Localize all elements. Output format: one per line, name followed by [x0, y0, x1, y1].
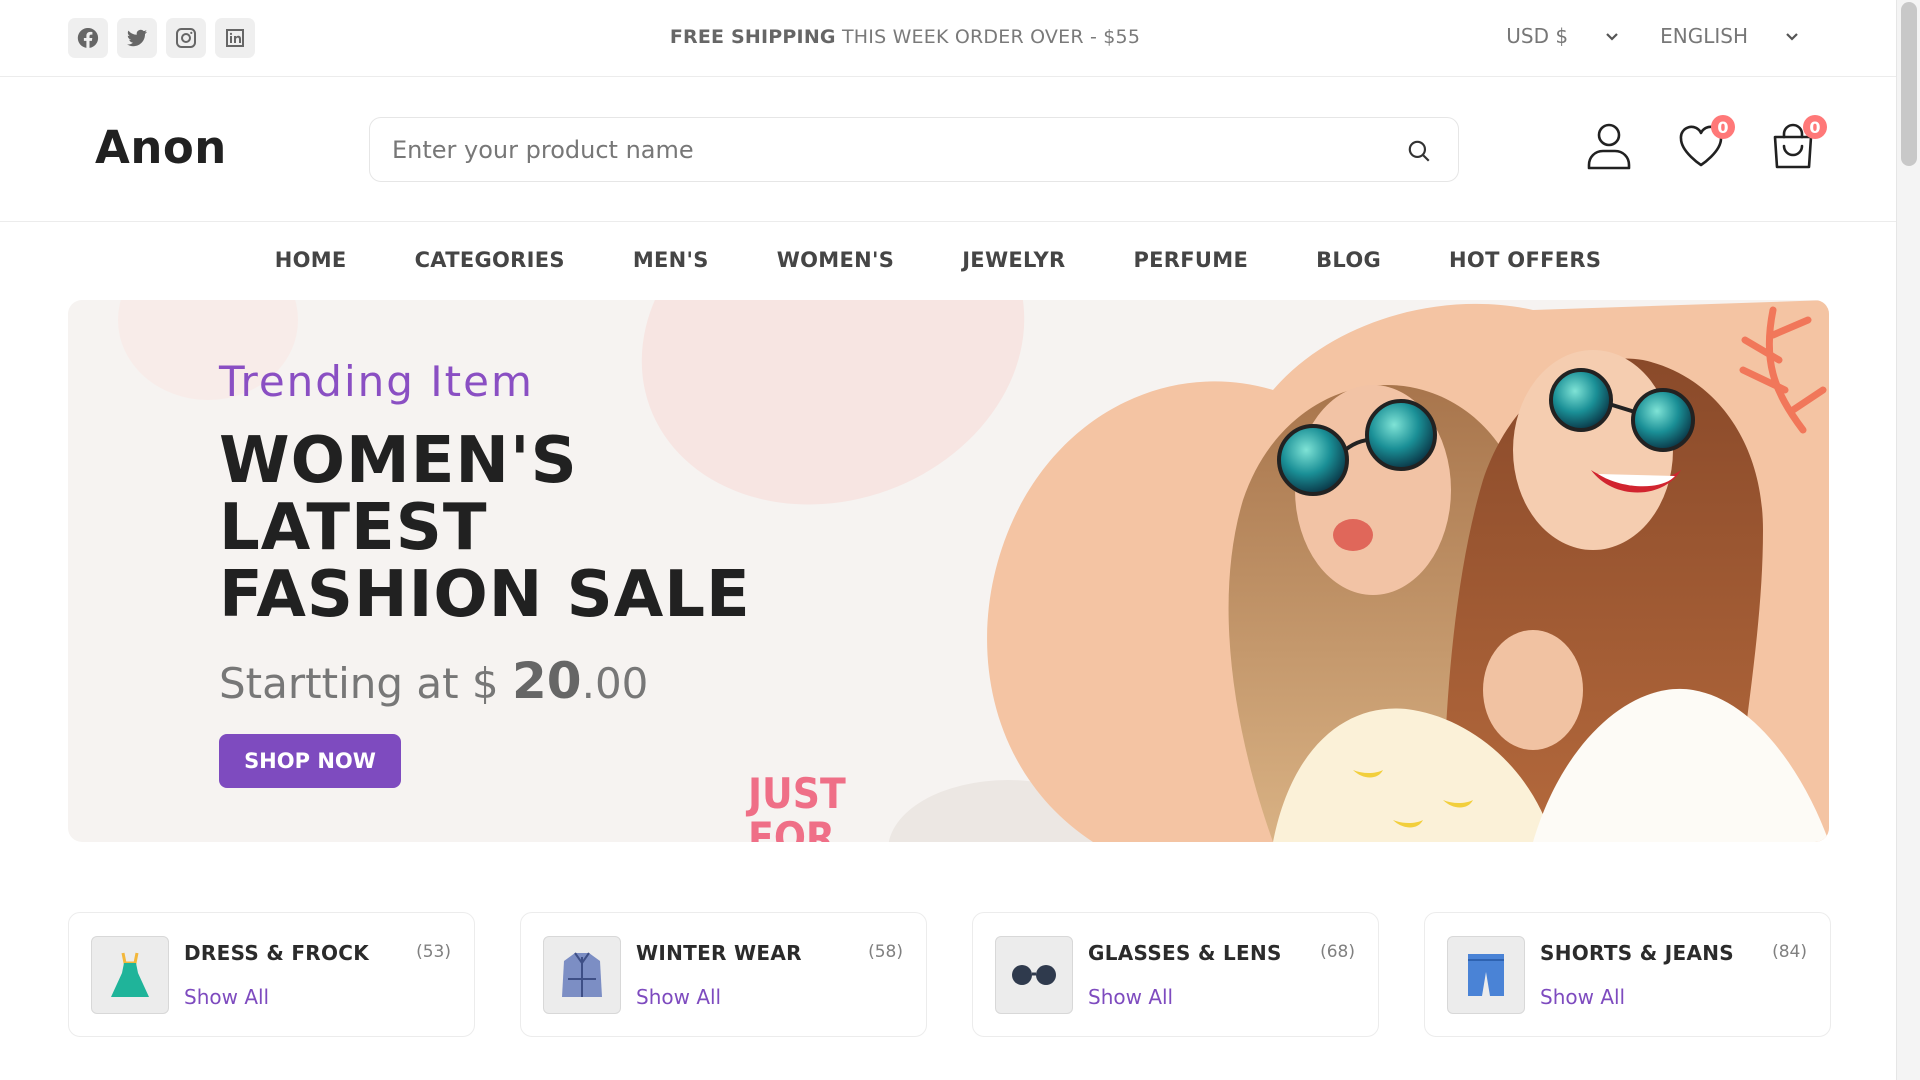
site-logo[interactable]: Anon — [95, 121, 227, 174]
page-scrollbar[interactable] — [1896, 0, 1920, 1080]
hero-headline-line: FASHION SALE — [219, 558, 751, 632]
main-nav: HOME CATEGORIES MEN'S WOMEN'S JEWELYR PE… — [0, 222, 1896, 298]
currency-value: USD $ — [1506, 24, 1569, 48]
category-card: SHORTS & JEANS (84) Show All — [1424, 912, 1831, 1037]
cart-count-badge: 0 — [1803, 115, 1827, 139]
category-image — [995, 936, 1073, 1014]
currency-select[interactable]: USD $ — [1506, 24, 1620, 48]
chevron-down-icon — [1606, 33, 1618, 41]
nav-jewelry[interactable]: JEWELYR — [962, 248, 1065, 298]
decor-text: JUST FOR — [748, 769, 846, 843]
category-image — [543, 936, 621, 1014]
nav-mens[interactable]: MEN'S — [633, 248, 709, 298]
locale-selects: USD $ ENGLISH — [1506, 24, 1800, 48]
glasses-icon — [1012, 965, 1056, 985]
category-card: DRESS & FROCK (53) Show All — [68, 912, 475, 1037]
category-image — [1447, 936, 1525, 1014]
account-button[interactable] — [1585, 121, 1633, 171]
cart-button[interactable]: 0 — [1769, 115, 1827, 171]
shorts-icon — [1468, 954, 1504, 996]
wishlist-button[interactable]: 0 — [1677, 115, 1735, 171]
category-count: (84) — [1772, 942, 1807, 962]
nav-categories[interactable]: CATEGORIES — [415, 248, 565, 298]
category-card: WINTER WEAR (58) Show All — [520, 912, 927, 1037]
category-count: (53) — [416, 942, 451, 962]
shop-now-button[interactable]: SHOP NOW — [219, 734, 401, 788]
nav-hot-offers[interactable]: HOT OFFERS — [1449, 248, 1601, 298]
decor-text-line: JUST — [748, 769, 846, 818]
nav-blog[interactable]: BLOG — [1316, 248, 1381, 298]
language-select[interactable]: ENGLISH — [1660, 24, 1800, 48]
chevron-down-icon — [1786, 33, 1798, 41]
category-list: DRESS & FROCK (53) Show All WINTER WEAR … — [68, 912, 1831, 1037]
language-value: ENGLISH — [1660, 24, 1748, 48]
show-all-link[interactable]: Show All — [1088, 985, 1173, 1009]
user-icon — [1587, 123, 1631, 170]
top-bar: FREE SHIPPING THIS WEEK ORDER OVER - $55… — [0, 0, 1896, 77]
announce-bold: FREE SHIPPING — [669, 26, 836, 48]
hero-kicker: Trending Item — [219, 357, 534, 406]
nav-perfume[interactable]: PERFUME — [1133, 248, 1248, 298]
hero-headline-line: WOMEN'S — [219, 424, 578, 498]
price-cents: .00 — [581, 659, 649, 708]
wishlist-count-badge: 0 — [1711, 115, 1735, 139]
nav-womens[interactable]: WOMEN'S — [777, 248, 895, 298]
search-icon[interactable] — [1406, 138, 1432, 164]
category-count: (58) — [868, 942, 903, 962]
category-image — [91, 936, 169, 1014]
price-prefix: Startting at $ — [219, 659, 512, 708]
header-actions: 0 0 — [1585, 115, 1827, 171]
dress-icon — [111, 952, 149, 997]
coat-icon — [562, 952, 602, 997]
hero-headline-line: LATEST — [219, 491, 488, 565]
main-header: Anon 0 0 — [0, 77, 1896, 222]
hero-banner: Trending Item WOMEN'S LATEST FASHION SAL… — [68, 300, 1829, 842]
search-input[interactable] — [370, 118, 1370, 181]
hero-headline: WOMEN'S LATEST FASHION SALE — [219, 428, 751, 629]
category-name: DRESS & FROCK — [184, 941, 370, 965]
show-all-link[interactable]: Show All — [636, 985, 721, 1009]
nav-home[interactable]: HOME — [275, 248, 347, 298]
show-all-link[interactable]: Show All — [184, 985, 269, 1009]
category-count: (68) — [1320, 942, 1355, 962]
decor-text-line: FOR — [748, 813, 836, 843]
category-card: GLASSES & LENS (68) Show All — [972, 912, 1379, 1037]
category-name: WINTER WEAR — [636, 941, 802, 965]
show-all-link[interactable]: Show All — [1540, 985, 1625, 1009]
search-bar — [369, 117, 1459, 182]
category-name: GLASSES & LENS — [1088, 941, 1282, 965]
scrollbar-thumb[interactable] — [1901, 2, 1917, 166]
hero-model-image — [987, 300, 1829, 842]
announce-text: THIS WEEK ORDER OVER - $55 — [841, 26, 1141, 48]
hero-price: Startting at $ 20.00 — [219, 652, 648, 710]
price-whole: 20 — [512, 652, 582, 710]
category-name: SHORTS & JEANS — [1540, 941, 1734, 965]
